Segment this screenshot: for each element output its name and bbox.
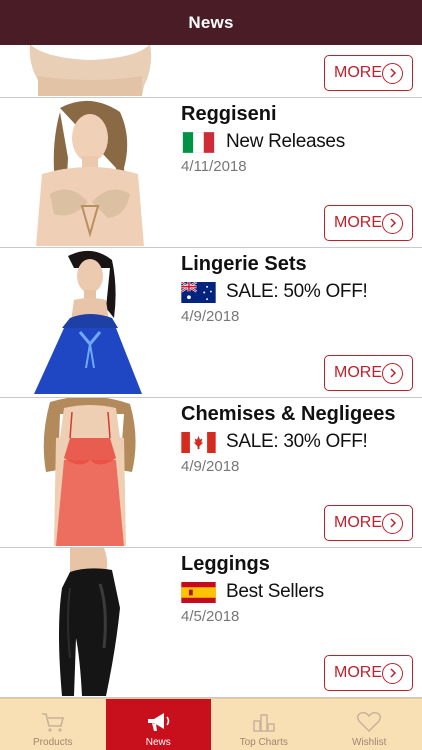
news-item[interactable]: MORE — [0, 45, 422, 98]
tab-news[interactable]: News — [105, 699, 211, 750]
more-button[interactable]: MORE — [324, 55, 413, 91]
more-button[interactable]: MORE — [324, 655, 413, 691]
chevron-right-icon — [382, 362, 403, 384]
more-button[interactable]: MORE — [324, 505, 413, 541]
news-category: Leggings — [181, 553, 270, 575]
more-button[interactable]: MORE — [324, 205, 413, 241]
italy-flag-icon — [182, 131, 215, 153]
chevron-right-icon — [382, 62, 403, 84]
product-photo — [20, 398, 160, 546]
page-title: News — [188, 12, 234, 32]
news-item[interactable]: Reggiseni New Releases 4/11/2018 MORE — [0, 98, 422, 248]
news-tag: New Releases — [226, 131, 345, 152]
news-date: 4/11/2018 — [181, 158, 247, 175]
product-photo — [20, 45, 160, 96]
nav-header: News — [0, 0, 422, 45]
news-item[interactable]: Chemises & Negligees SALE: 30% OFF! 4/9/… — [0, 398, 422, 548]
more-label: MORE — [334, 214, 382, 231]
heart-icon — [357, 711, 382, 733]
more-button[interactable]: MORE — [324, 355, 413, 391]
tab-products[interactable]: Products — [0, 699, 106, 750]
tab-label: News — [145, 737, 171, 748]
more-label: MORE — [334, 364, 382, 381]
news-category: Lingerie Sets — [181, 253, 307, 275]
news-item[interactable]: Leggings Best Sellers 4/5/2018 MORE — [0, 548, 422, 698]
product-photo — [20, 248, 160, 396]
news-date: 4/5/2018 — [181, 608, 240, 625]
news-tag: SALE: 50% OFF! — [226, 281, 368, 302]
chevron-right-icon — [382, 212, 403, 234]
more-label: MORE — [334, 64, 382, 81]
tab-bar: Products News Top Charts Wishlist — [0, 698, 422, 750]
news-category: Chemises & Negligees — [181, 403, 396, 425]
product-photo — [20, 98, 160, 246]
news-tag: Best Sellers — [226, 581, 324, 602]
news-info: Lingerie Sets SALE: 50% OFF! 4/9/2018 — [181, 252, 368, 325]
tab-label: Top Charts — [239, 737, 288, 748]
tab-top-charts[interactable]: Top Charts — [211, 699, 317, 750]
product-photo — [20, 548, 160, 696]
news-date: 4/9/2018 — [181, 458, 240, 475]
news-info: Chemises & Negligees SALE: 30% OFF! 4/9/… — [181, 402, 396, 475]
canada-flag-icon — [181, 431, 216, 453]
australia-flag-icon — [181, 281, 216, 303]
chevron-right-icon — [382, 512, 403, 534]
news-info: Reggiseni New Releases 4/11/2018 — [181, 102, 345, 175]
news-item[interactable]: Lingerie Sets SALE: 50% OFF! 4/9/2018 MO… — [0, 248, 422, 398]
tab-label: Products — [33, 737, 73, 748]
news-tag: SALE: 30% OFF! — [226, 431, 368, 452]
spain-flag-icon — [181, 581, 216, 603]
news-info: Leggings Best Sellers 4/5/2018 — [181, 552, 324, 625]
chevron-right-icon — [382, 662, 403, 684]
more-label: MORE — [334, 514, 382, 531]
news-category: Reggiseni — [181, 103, 277, 125]
tab-label: Wishlist — [352, 737, 387, 748]
tab-wishlist[interactable]: Wishlist — [317, 699, 422, 750]
megaphone-icon — [148, 713, 170, 731]
bar-chart-icon — [253, 714, 275, 732]
more-label: MORE — [334, 664, 382, 681]
cart-icon — [41, 713, 64, 732]
news-date: 4/9/2018 — [181, 308, 240, 325]
news-feed[interactable]: MORE Reggiseni New Releases 4/11/2018 MO… — [0, 45, 422, 698]
